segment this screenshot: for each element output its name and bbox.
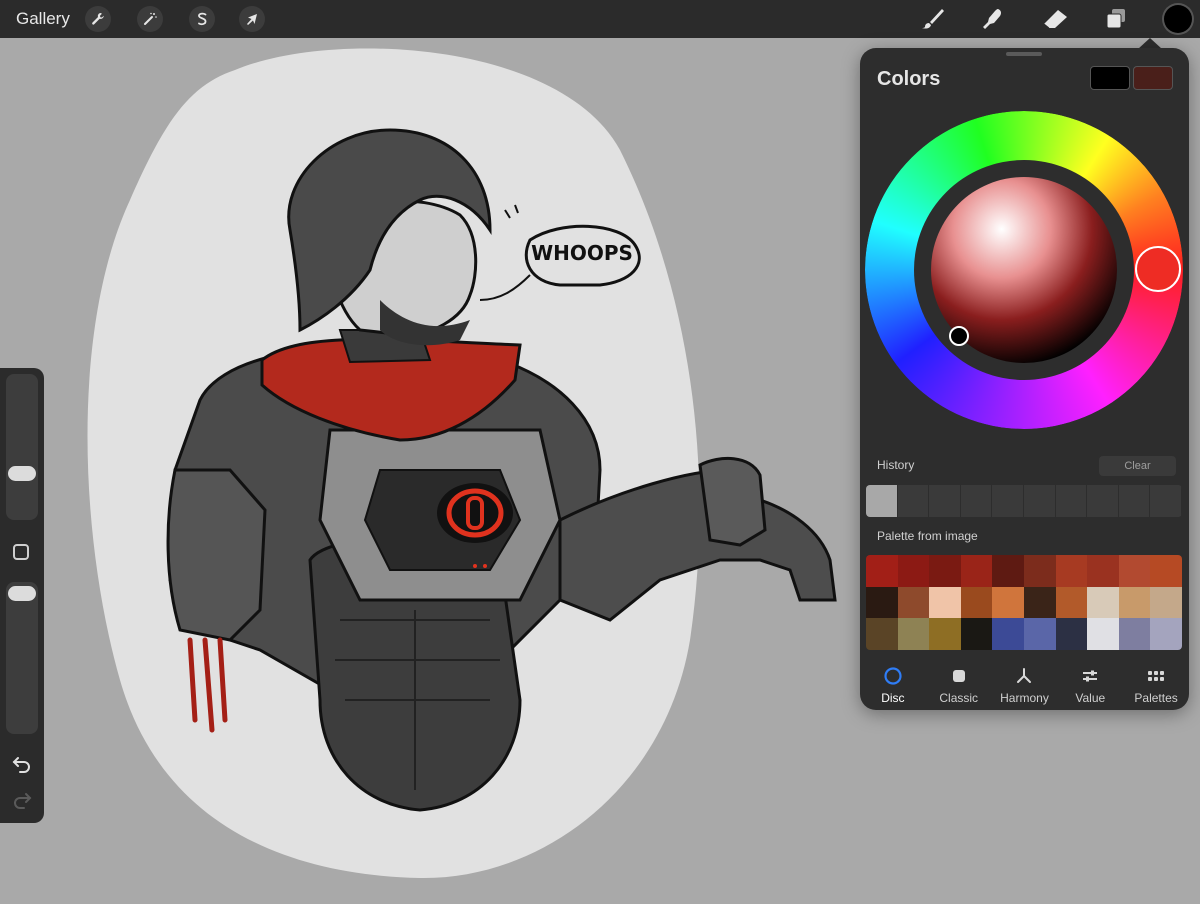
history-swatches xyxy=(866,485,1182,517)
speech-bubble-text: WHOOPS xyxy=(531,241,633,265)
palette-swatch[interactable] xyxy=(992,555,1024,587)
sliders-icon xyxy=(1083,670,1098,682)
tab-harmony[interactable]: Harmony xyxy=(992,664,1058,710)
harmony-icon xyxy=(1017,668,1032,683)
arrow-cursor-icon xyxy=(247,14,257,25)
history-swatch xyxy=(960,485,993,517)
palettes-grid-icon xyxy=(1148,671,1165,681)
panel-title: Colors xyxy=(877,68,941,90)
square-modify-icon[interactable] xyxy=(13,544,29,560)
secondary-color-swatch[interactable] xyxy=(1133,66,1173,90)
brush-icon xyxy=(922,9,944,29)
tab-disc[interactable]: Disc xyxy=(860,664,926,710)
palette-swatch[interactable] xyxy=(929,555,961,587)
color-mode-tabs: Disc Classic Harmony Value Palettes xyxy=(860,664,1189,710)
palette-swatch[interactable] xyxy=(897,586,930,619)
opacity-thumb[interactable] xyxy=(8,586,36,601)
current-color-button[interactable] xyxy=(1164,5,1192,33)
palette-swatch[interactable] xyxy=(897,618,930,650)
tab-palettes[interactable]: Palettes xyxy=(1123,664,1189,710)
primary-color-swatch[interactable] xyxy=(1090,66,1130,90)
palette-swatch[interactable] xyxy=(960,555,993,587)
palette-swatch[interactable] xyxy=(1024,586,1056,619)
palette-swatch[interactable] xyxy=(1150,586,1182,619)
tab-label: Value xyxy=(1075,691,1106,705)
palette-swatch[interactable] xyxy=(929,586,961,619)
history-label: History xyxy=(877,458,915,472)
smudge-tool-button[interactable] xyxy=(979,6,1007,32)
palette-swatch[interactable] xyxy=(1150,555,1182,587)
selection-button[interactable] xyxy=(189,6,215,32)
eraser-tool-button[interactable] xyxy=(1041,6,1069,32)
palette-swatch[interactable] xyxy=(897,555,930,587)
disc-icon xyxy=(884,667,902,685)
history-swatch xyxy=(1118,485,1151,517)
tab-value[interactable]: Value xyxy=(1057,664,1123,710)
palette-swatch[interactable] xyxy=(929,618,961,650)
classic-square-icon xyxy=(952,670,965,682)
palette-swatch[interactable] xyxy=(1055,555,1088,587)
palette-swatch[interactable] xyxy=(1055,618,1088,650)
brush-size-slider[interactable] xyxy=(6,374,38,520)
brush-size-thumb[interactable] xyxy=(8,466,36,481)
palette-swatch[interactable] xyxy=(866,555,898,587)
palette-swatch[interactable] xyxy=(866,618,898,650)
tab-label: Classic xyxy=(939,691,979,705)
palette-swatch[interactable] xyxy=(1118,618,1151,650)
tab-classic[interactable]: Classic xyxy=(926,664,992,710)
panel-grabber[interactable] xyxy=(1006,52,1042,56)
actions-button[interactable] xyxy=(85,6,111,32)
gallery-button[interactable]: Gallery xyxy=(16,9,70,29)
palette-from-image xyxy=(866,555,1182,650)
history-swatch xyxy=(897,485,930,517)
transform-button[interactable] xyxy=(239,6,265,32)
smudge-finger-icon xyxy=(983,9,1002,29)
colors-panel: Colors History Clear Palette from image … xyxy=(860,48,1189,710)
redo-icon[interactable] xyxy=(11,790,33,810)
palette-swatch[interactable] xyxy=(1055,586,1088,619)
palette-swatch[interactable] xyxy=(960,586,993,619)
palette-swatch[interactable] xyxy=(992,586,1024,619)
tab-label: Palettes xyxy=(1134,691,1178,705)
left-sidebar xyxy=(0,368,44,823)
layers-tool-button[interactable] xyxy=(1102,6,1130,32)
palette-swatch[interactable] xyxy=(1087,618,1119,650)
eraser-icon xyxy=(1043,10,1067,29)
palette-swatch[interactable] xyxy=(1024,618,1056,650)
clear-history-button[interactable]: Clear xyxy=(1099,456,1176,476)
palette-swatch[interactable] xyxy=(1118,555,1151,587)
tab-label: Disc xyxy=(881,691,905,705)
top-toolbar: Gallery xyxy=(0,0,1200,38)
opacity-slider[interactable] xyxy=(6,582,38,734)
history-swatch[interactable] xyxy=(866,485,898,517)
history-swatch xyxy=(929,485,961,517)
selection-s-icon xyxy=(198,12,207,26)
undo-icon[interactable] xyxy=(11,754,33,774)
palette-swatch[interactable] xyxy=(992,618,1024,650)
palette-swatch[interactable] xyxy=(866,586,898,619)
palette-swatch[interactable] xyxy=(1150,618,1182,650)
history-swatch xyxy=(992,485,1024,517)
hue-handle[interactable] xyxy=(1135,246,1181,292)
history-swatch xyxy=(1023,485,1056,517)
history-swatch xyxy=(1150,485,1182,517)
brush-tool-button[interactable] xyxy=(919,6,947,32)
magic-wand-icon xyxy=(144,12,157,25)
wrench-icon xyxy=(92,12,104,25)
color-picker-handle[interactable] xyxy=(949,326,969,346)
palette-label: Palette from image xyxy=(877,529,978,543)
history-swatch xyxy=(1087,485,1119,517)
palette-swatch[interactable] xyxy=(1087,555,1119,587)
palette-swatch[interactable] xyxy=(960,618,993,650)
layers-icon xyxy=(1106,9,1125,29)
palette-swatch[interactable] xyxy=(1118,586,1151,619)
color-disc[interactable] xyxy=(865,111,1183,429)
adjustments-button[interactable] xyxy=(137,6,163,32)
tab-label: Harmony xyxy=(1000,691,1049,705)
history-swatch xyxy=(1055,485,1088,517)
palette-swatch[interactable] xyxy=(1024,555,1056,587)
palette-swatch[interactable] xyxy=(1087,586,1119,619)
